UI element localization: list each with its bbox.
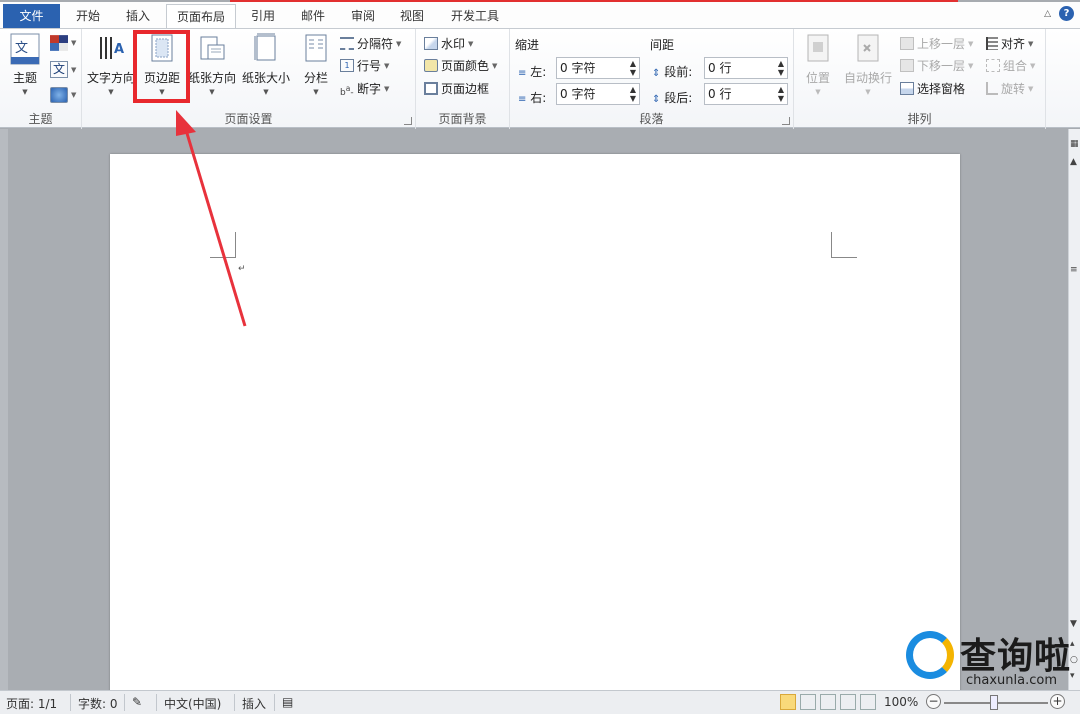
- print-layout-view-icon[interactable]: [780, 694, 796, 710]
- red-arrow-annotation: [176, 110, 247, 327]
- zoom-in-icon[interactable]: +: [1050, 694, 1065, 709]
- status-separator: [70, 694, 71, 711]
- scroll-up-icon[interactable]: ▲: [1070, 157, 1077, 167]
- status-separator: [274, 694, 275, 711]
- status-separator: [156, 694, 157, 711]
- status-bar: 页面: 1/1 字数: 0 ✎ 中文(中国) 插入 ▤ 100% − +: [0, 690, 1080, 714]
- watermark-title: 查询啦: [960, 636, 1072, 677]
- ruler-toggle-icon[interactable]: ▦: [1070, 139, 1079, 149]
- full-screen-reading-view-icon[interactable]: [800, 694, 816, 710]
- zoom-level[interactable]: 100%: [884, 695, 918, 709]
- outline-view-icon[interactable]: [840, 694, 856, 710]
- insert-mode-indicator[interactable]: 插入: [242, 695, 266, 712]
- zoom-out-icon[interactable]: −: [926, 694, 941, 709]
- watermark-logo: 查询啦 chaxunla.com: [906, 625, 1076, 693]
- status-separator: [234, 694, 235, 711]
- web-layout-view-icon[interactable]: [820, 694, 836, 710]
- page-count[interactable]: 页面: 1/1: [6, 695, 57, 712]
- status-separator: [124, 694, 125, 711]
- word-count[interactable]: 字数: 0: [78, 695, 118, 712]
- watermark-domain: chaxunla.com: [966, 673, 1057, 688]
- draft-view-icon[interactable]: [860, 694, 876, 710]
- zoom-slider-thumb[interactable]: [990, 695, 998, 710]
- macro-record-icon[interactable]: ▤: [282, 695, 293, 709]
- language-indicator[interactable]: 中文(中国): [164, 695, 221, 712]
- watermark-magnifier-icon: [906, 631, 954, 679]
- spelling-check-icon[interactable]: ✎: [132, 695, 142, 709]
- scroll-thumb-icon[interactable]: ≡: [1070, 265, 1078, 275]
- vertical-scrollbar[interactable]: ▦ ▲ ≡ ▼ ▴ ○ ▾: [1068, 129, 1080, 690]
